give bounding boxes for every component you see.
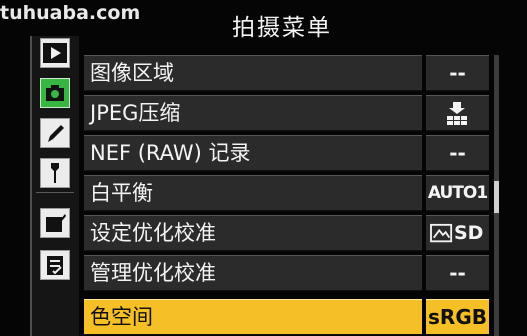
recent-settings-tab[interactable]: [40, 250, 70, 280]
menu-item-jpeg-compression[interactable]: JPEG压缩: [84, 95, 489, 131]
camera-icon: [46, 85, 64, 101]
picture-control-icon: [430, 223, 453, 243]
play-icon: [43, 43, 67, 63]
compression-icon: [447, 102, 467, 125]
menu-item-white-balance[interactable]: 白平衡 AUTO1: [84, 175, 489, 211]
menu-item-set-picture-control[interactable]: 设定优化校准 SD: [84, 215, 489, 251]
menu-item-nef-raw[interactable]: NEF (RAW) 记录 --: [84, 135, 489, 171]
playback-tab[interactable]: [40, 38, 70, 68]
menu-item-label: 管理优化校准: [84, 255, 422, 291]
menu-item-image-area[interactable]: 图像区域 --: [84, 55, 489, 91]
menu-item-value: AUTO1: [426, 175, 489, 211]
shooting-tab[interactable]: [40, 78, 70, 108]
wrench-icon: [51, 163, 59, 183]
menu-item-color-space[interactable]: 色空间 sRGB: [84, 299, 489, 335]
watermark: tuhuaba.com: [0, 2, 141, 24]
pencil-icon: [48, 125, 64, 142]
shooting-menu-list: 图像区域 -- JPEG压缩 NEF (RAW) 记录 -- 白平衡 AUTO1…: [84, 55, 489, 336]
menu-item-value: --: [426, 255, 489, 291]
sidebar-divider: [36, 192, 74, 193]
menu-item-value: SD: [426, 215, 489, 251]
menu-item-label: 白平衡: [84, 175, 422, 211]
scrollbar-thumb[interactable]: [494, 181, 499, 213]
menu-item-label: 色空间: [84, 299, 422, 335]
menu-item-label: 设定优化校准: [84, 215, 422, 251]
menu-item-value: sRGB: [426, 299, 489, 335]
menu-item-value: [426, 95, 489, 131]
menu-scrollbar[interactable]: [494, 55, 499, 336]
picture-control-value: SD: [454, 222, 484, 244]
menu-item-manage-picture-control[interactable]: 管理优化校准 --: [84, 255, 489, 291]
menu-item-label: 图像区域: [84, 55, 422, 91]
page-title: 拍摄菜单: [232, 15, 332, 41]
menu-sidebar: [30, 36, 79, 336]
retouch-icon: [46, 214, 66, 232]
recent-settings-icon: [47, 256, 63, 275]
custom-settings-tab[interactable]: [40, 118, 70, 148]
menu-item-label: JPEG压缩: [84, 95, 422, 131]
setup-tab[interactable]: [40, 158, 70, 188]
retouch-tab[interactable]: [40, 208, 70, 238]
menu-item-label: NEF (RAW) 记录: [84, 135, 422, 171]
menu-item-value: --: [426, 135, 489, 171]
menu-item-value: --: [426, 55, 489, 91]
